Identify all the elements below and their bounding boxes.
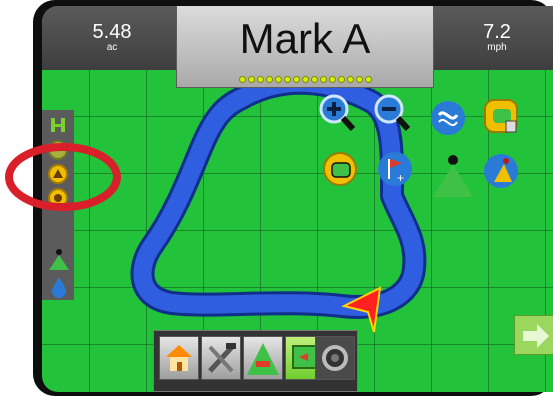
delete-boundary-icon[interactable] <box>484 99 518 133</box>
droplet-icon[interactable] <box>50 276 68 298</box>
vehicle-view-icon <box>247 343 279 375</box>
progress-dot <box>292 76 300 83</box>
boom-section-icon[interactable] <box>50 116 66 134</box>
progress-dot <box>319 76 327 83</box>
progress-dot <box>301 76 309 83</box>
tools-icon <box>208 343 236 373</box>
svg-text:+: + <box>397 171 404 185</box>
progress-dot <box>247 76 255 83</box>
page-title: Mark A <box>239 15 371 62</box>
home-button[interactable] <box>159 336 199 380</box>
pan-guidelines-icon[interactable] <box>431 101 465 135</box>
progress-dot <box>310 76 318 83</box>
vehicle-icon[interactable] <box>48 246 70 272</box>
progress-dot <box>364 76 372 83</box>
progress-dot <box>238 76 246 83</box>
next-arrow-button[interactable] <box>514 315 553 355</box>
zoom-in-icon[interactable] <box>319 94 356 132</box>
tools-button[interactable] <box>201 336 241 380</box>
home-icon <box>166 345 192 371</box>
add-marker-icon[interactable]: + <box>378 152 412 186</box>
progress-dot <box>256 76 264 83</box>
progress-dot <box>265 76 273 83</box>
zoom-out-icon[interactable] <box>374 94 411 132</box>
progress-dot <box>337 76 345 83</box>
area-readout: 5.48 ac <box>52 6 172 70</box>
progress-dots <box>177 76 433 83</box>
real-view-button[interactable] <box>315 336 355 380</box>
progress-dot <box>346 76 354 83</box>
guidance-title-panel: Mark A <box>176 6 434 88</box>
bird-eye-view-icon[interactable] <box>484 154 518 188</box>
boundary-icon[interactable] <box>323 152 357 186</box>
vehicle-view-button[interactable] <box>243 336 283 380</box>
speed-readout: 7.2 mph <box>442 6 552 70</box>
speed-unit: mph <box>487 42 507 53</box>
progress-dot <box>283 76 291 83</box>
highlight-callout <box>5 143 121 211</box>
area-unit: ac <box>106 42 118 53</box>
bottom-toolbar <box>153 330 358 392</box>
area-value: 5.48 <box>92 21 132 43</box>
vehicle-view-icon[interactable] <box>431 151 475 199</box>
progress-dot <box>274 76 282 83</box>
real-view-icon <box>322 345 348 371</box>
progress-dot <box>355 76 363 83</box>
progress-dot <box>328 76 336 83</box>
speed-value: 7.2 <box>483 21 511 43</box>
